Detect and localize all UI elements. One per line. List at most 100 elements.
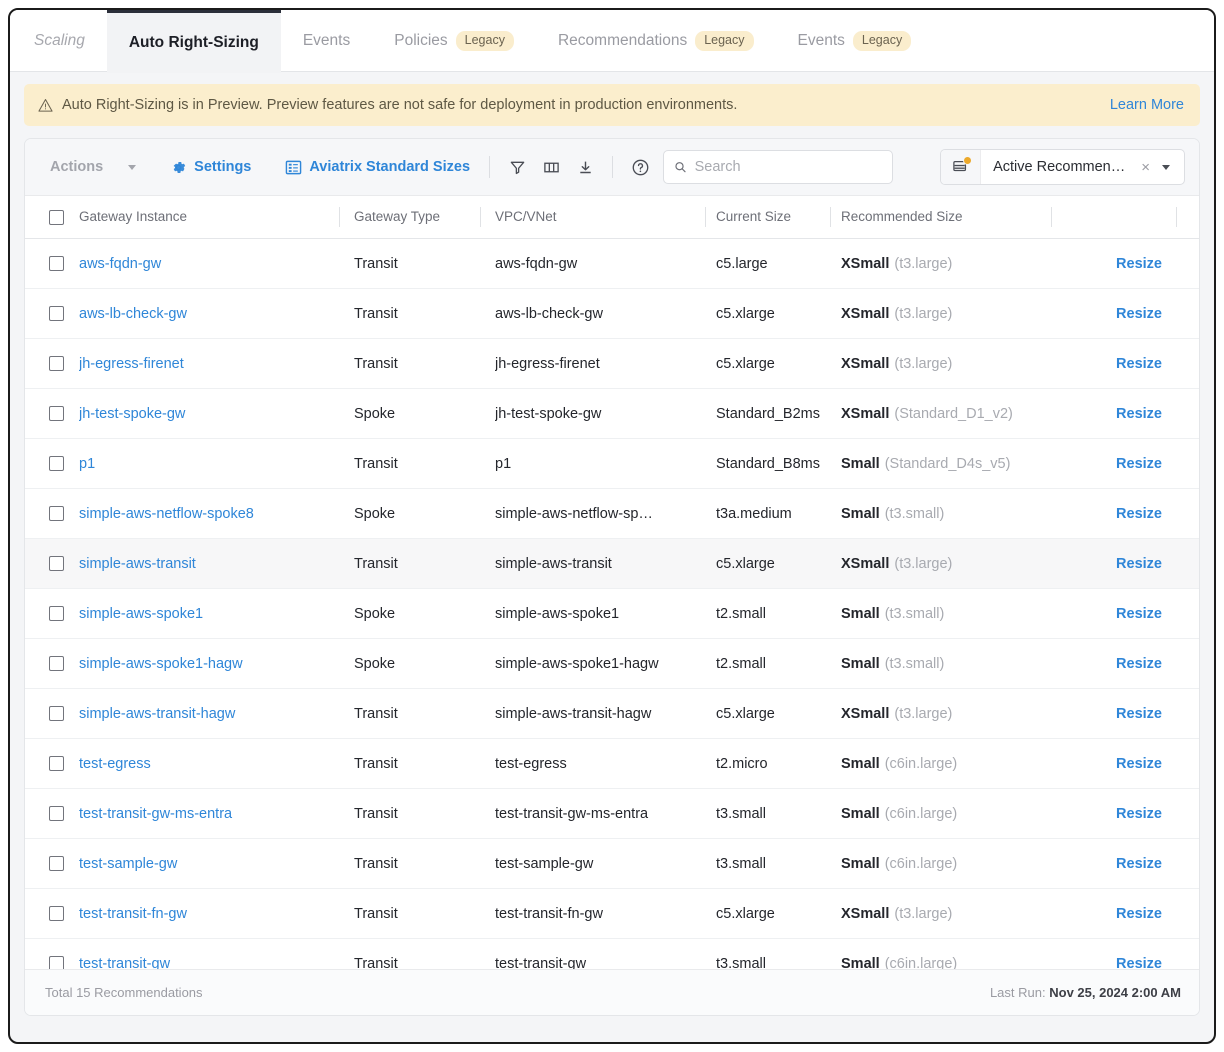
gateway-instance-link[interactable]: simple-aws-netflow-spoke8 <box>79 506 329 522</box>
table-row[interactable]: simple-aws-netflow-spoke8 Spoke simple-aws… <box>25 489 1199 539</box>
gateway-instance-link[interactable]: jh-egress-firenet <box>79 356 329 372</box>
gateway-instance-link[interactable]: p1 <box>79 456 329 472</box>
resize-button[interactable]: Resize <box>1116 406 1162 422</box>
resize-button[interactable]: Resize <box>1116 756 1162 772</box>
tab-recommendations[interactable]: Recommendations Legacy <box>536 10 776 72</box>
row-overflow-menu-icon[interactable] <box>1198 402 1199 421</box>
row-overflow-menu-icon[interactable] <box>1198 602 1199 621</box>
help-icon-button[interactable] <box>623 150 657 184</box>
select-all-checkbox[interactable] <box>49 209 64 225</box>
resize-button[interactable]: Resize <box>1116 306 1162 322</box>
resize-button[interactable]: Resize <box>1116 556 1162 572</box>
table-row[interactable]: test-transit-fn-gw Transit test-transit-fn… <box>25 889 1199 939</box>
row-checkbox[interactable] <box>49 656 64 671</box>
resize-button[interactable]: Resize <box>1116 906 1162 922</box>
gateway-instance-link[interactable]: test-transit-gw <box>79 956 329 970</box>
column-header[interactable]: Gateway Type <box>340 208 480 226</box>
tab-auto-right-sizing[interactable]: Auto Right-Sizing <box>106 10 281 73</box>
row-checkbox[interactable] <box>49 506 64 521</box>
resize-button[interactable]: Resize <box>1116 606 1162 622</box>
row-overflow-menu-icon[interactable] <box>1198 752 1199 771</box>
row-overflow-menu-icon[interactable] <box>1198 502 1199 521</box>
saved-filter-chip[interactable]: Active Recommen… × <box>940 149 1185 185</box>
search-input[interactable] <box>694 159 883 175</box>
table-row[interactable]: aws-fqdn-gw Transit aws-fqdn-gw c5.large XSm… <box>25 239 1199 289</box>
row-overflow-menu-icon[interactable] <box>1198 552 1199 571</box>
resize-button[interactable]: Resize <box>1116 856 1162 872</box>
table-row[interactable]: test-transit-gw-ms-entra Transit test-tran… <box>25 789 1199 839</box>
row-checkbox[interactable] <box>49 456 64 471</box>
column-header[interactable]: VPC/VNet <box>481 208 705 226</box>
learn-more-link[interactable]: Learn More <box>1110 97 1184 113</box>
gateway-instance-link[interactable]: simple-aws-spoke1-hagw <box>79 656 329 672</box>
resize-button[interactable]: Resize <box>1116 956 1162 970</box>
table-row[interactable]: simple-aws-spoke1-hagw Spoke simple-aws-sp… <box>25 639 1199 689</box>
table-row[interactable]: p1 Transit p1 Standard_B8ms Small (Standard_D… <box>25 439 1199 489</box>
close-icon[interactable]: × <box>1135 159 1156 176</box>
actions-dropdown-button[interactable]: Actions <box>41 153 145 181</box>
table-row[interactable]: simple-aws-transit Transit simple-aws-tran… <box>25 539 1199 589</box>
resize-button[interactable]: Resize <box>1116 256 1162 272</box>
tab-scaling[interactable]: Scaling <box>12 10 107 72</box>
resize-button[interactable]: Resize <box>1116 706 1162 722</box>
gateway-instance-link[interactable]: simple-aws-spoke1 <box>79 606 329 622</box>
row-checkbox[interactable] <box>49 806 64 821</box>
filter-icon-button[interactable] <box>500 150 534 184</box>
resize-button[interactable]: Resize <box>1116 656 1162 672</box>
row-checkbox[interactable] <box>49 856 64 871</box>
gateway-instance-link[interactable]: aws-lb-check-gw <box>79 306 329 322</box>
row-checkbox[interactable] <box>49 706 64 721</box>
row-checkbox[interactable] <box>49 956 64 969</box>
row-checkbox[interactable] <box>49 356 64 371</box>
row-checkbox[interactable] <box>49 406 64 421</box>
search-box[interactable] <box>663 150 894 184</box>
gateway-instance-link[interactable]: test-transit-fn-gw <box>79 906 329 922</box>
row-checkbox[interactable] <box>49 756 64 771</box>
table-row[interactable]: test-egress Transit test-egress t2.micro Sma… <box>25 739 1199 789</box>
resize-button[interactable]: Resize <box>1116 356 1162 372</box>
row-checkbox[interactable] <box>49 556 64 571</box>
row-checkbox[interactable] <box>49 606 64 621</box>
row-overflow-menu-icon[interactable] <box>1198 352 1199 371</box>
table-row[interactable]: jh-test-spoke-gw Spoke jh-test-spoke-gw Sta… <box>25 389 1199 439</box>
gateway-instance-link[interactable]: test-egress <box>79 756 329 772</box>
table-row[interactable]: test-sample-gw Transit test-sample-gw t3.sm… <box>25 839 1199 889</box>
row-overflow-menu-icon[interactable] <box>1198 802 1199 821</box>
gateway-instance-link[interactable]: test-sample-gw <box>79 856 329 872</box>
resize-button[interactable]: Resize <box>1116 456 1162 472</box>
resize-button[interactable]: Resize <box>1116 506 1162 522</box>
row-checkbox[interactable] <box>49 306 64 321</box>
table-row[interactable]: simple-aws-transit-hagw Transit simple-aws… <box>25 689 1199 739</box>
row-overflow-menu-icon[interactable] <box>1198 252 1199 271</box>
table-row[interactable]: test-transit-gw Transit test-transit-gw t3.… <box>25 939 1199 969</box>
row-overflow-menu-icon[interactable] <box>1198 702 1199 721</box>
gateway-instance-link[interactable]: jh-test-spoke-gw <box>79 406 329 422</box>
table-row[interactable]: aws-lb-check-gw Transit aws-lb-check-gw c5.… <box>25 289 1199 339</box>
tab-policies[interactable]: Policies Legacy <box>372 10 536 72</box>
tab-events[interactable]: Events Legacy <box>776 10 934 72</box>
column-header[interactable]: Gateway Instance <box>79 208 339 226</box>
row-overflow-menu-icon[interactable] <box>1198 452 1199 471</box>
gateway-instance-link[interactable]: simple-aws-transit <box>79 556 329 572</box>
columns-icon-button[interactable] <box>534 150 568 184</box>
row-overflow-menu-icon[interactable] <box>1198 902 1199 921</box>
row-checkbox[interactable] <box>49 906 64 921</box>
column-header[interactable]: Recommended Size <box>831 208 1051 226</box>
gateway-instance-link[interactable]: test-transit-gw-ms-entra <box>79 806 329 822</box>
row-overflow-menu-icon[interactable] <box>1198 952 1199 970</box>
row-overflow-menu-icon[interactable] <box>1198 652 1199 671</box>
settings-button[interactable]: Settings <box>161 153 260 182</box>
table-row[interactable]: jh-egress-firenet Transit jh-egress-firene… <box>25 339 1199 389</box>
chevron-down-icon[interactable] <box>1162 164 1170 170</box>
tab-events[interactable]: Events <box>281 10 372 72</box>
column-header[interactable]: Current Size <box>706 208 830 226</box>
row-checkbox[interactable] <box>49 256 64 271</box>
row-overflow-menu-icon[interactable] <box>1198 302 1199 321</box>
download-icon-button[interactable] <box>568 150 602 184</box>
gateway-instance-link[interactable]: aws-fqdn-gw <box>79 256 329 272</box>
table-row[interactable]: simple-aws-spoke1 Spoke simple-aws-spoke1 t… <box>25 589 1199 639</box>
gateway-instance-link[interactable]: simple-aws-transit-hagw <box>79 706 329 722</box>
aviatrix-standard-sizes-button[interactable]: Aviatrix Standard Sizes <box>276 153 479 182</box>
resize-button[interactable]: Resize <box>1116 806 1162 822</box>
row-overflow-menu-icon[interactable] <box>1198 852 1199 871</box>
